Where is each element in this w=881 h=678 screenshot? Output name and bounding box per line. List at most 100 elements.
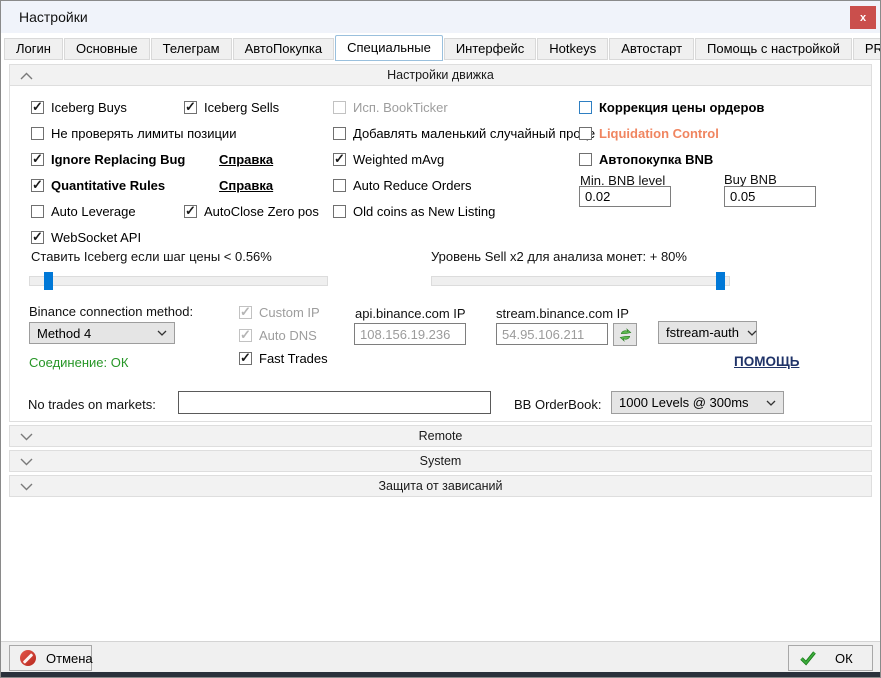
no-trades-label: No trades on markets: bbox=[28, 397, 156, 412]
help-link-replacing-bug[interactable]: Справка bbox=[219, 152, 273, 167]
no-trades-input[interactable] bbox=[178, 391, 491, 414]
engine-settings-panel: Iceberg Buys Iceberg Sells Исп. BookTick… bbox=[9, 86, 872, 422]
buy-bnb-label: Buy BNB bbox=[724, 172, 777, 187]
selected-method: Method 4 bbox=[37, 326, 91, 341]
tab-bar: Логин Основные Телеграм АвтоПокупка Спец… bbox=[1, 33, 880, 60]
checkbox-box bbox=[333, 153, 346, 166]
checkbox-use-bookticker: Исп. BookTicker bbox=[333, 100, 448, 115]
checkbox-auto-leverage[interactable]: Auto Leverage bbox=[31, 204, 136, 219]
help-link-main[interactable]: ПОМОЩЬ bbox=[734, 354, 799, 369]
refresh-icon bbox=[618, 328, 633, 342]
checkbox-box bbox=[31, 101, 44, 114]
api-ip-input[interactable] bbox=[354, 323, 466, 345]
checkbox-box bbox=[31, 179, 44, 192]
connection-method-select[interactable]: Method 4 bbox=[29, 322, 175, 344]
checkbox-box bbox=[239, 306, 252, 319]
checkbox-add-random-percent[interactable]: Добавлять маленький случайный проце bbox=[333, 126, 595, 141]
slider-track bbox=[29, 276, 328, 286]
selected-orderbook-level: 1000 Levels @ 300ms bbox=[619, 395, 749, 410]
tab-main[interactable]: Основные bbox=[64, 38, 150, 60]
checkbox-box bbox=[579, 153, 592, 166]
section-header-freeze-protection[interactable]: Защита от зависаний bbox=[9, 475, 872, 497]
bb-orderbook-label: BB OrderBook: bbox=[514, 397, 601, 412]
help-link-quantitative-rules[interactable]: Справка bbox=[219, 178, 273, 193]
tab-interface[interactable]: Интерфейс bbox=[444, 38, 536, 60]
selected-stream-mode: fstream-auth bbox=[666, 325, 739, 340]
checkbox-old-coins-new-listing[interactable]: Old coins as New Listing bbox=[333, 204, 495, 219]
tab-autostart[interactable]: Автостарт bbox=[609, 38, 694, 60]
stream-ip-input[interactable] bbox=[496, 323, 608, 345]
min-bnb-level-input[interactable] bbox=[579, 186, 671, 207]
checkbox-liquidation-control[interactable]: Liquidation Control bbox=[579, 126, 719, 141]
checkbox-fast-trades[interactable]: Fast Trades bbox=[239, 351, 328, 366]
tab-autobuy[interactable]: АвтоПокупка bbox=[233, 38, 334, 60]
connection-status: Соединение: ОК bbox=[29, 355, 128, 370]
window-title: Настройки bbox=[19, 9, 88, 25]
checkbox-no-position-limit-check[interactable]: Не проверять лимиты позиции bbox=[31, 126, 236, 141]
checkbox-order-price-correction[interactable]: Коррекция цены ордеров bbox=[579, 100, 764, 115]
checkbox-box bbox=[333, 127, 346, 140]
tab-pro[interactable]: PRO bbox=[853, 38, 881, 60]
chevron-up-icon bbox=[20, 72, 33, 80]
tab-telegram[interactable]: Телеграм bbox=[151, 38, 232, 60]
iceberg-step-slider[interactable] bbox=[29, 272, 328, 290]
checkbox-quantitative-rules[interactable]: Quantitative Rules bbox=[31, 178, 165, 193]
bb-orderbook-select[interactable]: 1000 Levels @ 300ms bbox=[611, 391, 784, 414]
checkbox-ignore-replacing-bug[interactable]: Ignore Replacing Bug bbox=[31, 152, 185, 167]
checkbox-autobuy-bnb[interactable]: Автопокупка BNB bbox=[579, 152, 713, 167]
section-title: Настройки движка bbox=[387, 68, 494, 82]
checkbox-auto-reduce-orders[interactable]: Auto Reduce Orders bbox=[333, 178, 472, 193]
stream-ip-label: stream.binance.com IP bbox=[496, 306, 629, 321]
section-title: Защита от зависаний bbox=[378, 479, 502, 493]
checkbox-box bbox=[239, 352, 252, 365]
checkbox-weighted-mavg[interactable]: Weighted mAvg bbox=[333, 152, 444, 167]
section-header-system[interactable]: System bbox=[9, 450, 872, 472]
tab-hotkeys[interactable]: Hotkeys bbox=[537, 38, 608, 60]
tab-setup-help[interactable]: Помощь с настройкой bbox=[695, 38, 852, 60]
chevron-down-icon bbox=[157, 330, 167, 336]
checkbox-websocket-api[interactable]: WebSocket API bbox=[31, 230, 141, 245]
chevron-down-icon bbox=[20, 433, 33, 441]
slider-thumb[interactable] bbox=[716, 272, 725, 290]
checkbox-autoclose-zero-pos[interactable]: AutoClose Zero pos bbox=[184, 204, 319, 219]
checkbox-custom-ip: Custom IP bbox=[239, 305, 320, 320]
checkbox-box bbox=[333, 179, 346, 192]
checkbox-box bbox=[239, 329, 252, 342]
tab-special[interactable]: Специальные bbox=[335, 35, 443, 61]
checkbox-box bbox=[333, 101, 346, 114]
checkbox-box bbox=[31, 153, 44, 166]
section-title: System bbox=[420, 454, 462, 468]
settings-window: Настройки x Логин Основные Телеграм Авто… bbox=[0, 0, 881, 678]
api-ip-label: api.binance.com IP bbox=[355, 306, 466, 321]
checkbox-box bbox=[579, 127, 592, 140]
checkbox-box bbox=[333, 205, 346, 218]
section-header-engine-settings[interactable]: Настройки движка bbox=[9, 64, 872, 86]
chevron-down-icon bbox=[766, 400, 776, 406]
sell-x2-slider-label: Уровень Sell x2 для анализа монет: + 80% bbox=[431, 249, 687, 264]
check-icon bbox=[799, 650, 817, 666]
cancel-icon bbox=[20, 650, 36, 666]
window-bottom-strip bbox=[1, 672, 880, 677]
chevron-down-icon bbox=[747, 330, 757, 336]
cancel-button[interactable]: Отмена bbox=[9, 645, 92, 671]
titlebar: Настройки x bbox=[1, 1, 880, 33]
slider-track bbox=[431, 276, 730, 286]
checkbox-iceberg-sells[interactable]: Iceberg Sells bbox=[184, 100, 279, 115]
checkbox-box bbox=[184, 101, 197, 114]
sell-x2-level-slider[interactable] bbox=[431, 272, 730, 290]
refresh-ip-button[interactable] bbox=[613, 323, 637, 346]
section-header-remote[interactable]: Remote bbox=[9, 425, 872, 447]
tab-login[interactable]: Логин bbox=[4, 38, 63, 60]
checkbox-box bbox=[184, 205, 197, 218]
checkbox-box bbox=[31, 205, 44, 218]
slider-thumb[interactable] bbox=[44, 272, 53, 290]
iceberg-slider-label: Ставить Iceberg если шаг цены < 0.56% bbox=[31, 249, 272, 264]
footer-bar: Отмена ОК bbox=[1, 641, 880, 672]
close-button[interactable]: x bbox=[850, 6, 876, 29]
checkbox-box bbox=[579, 101, 592, 114]
checkbox-iceberg-buys[interactable]: Iceberg Buys bbox=[31, 100, 127, 115]
checkbox-box bbox=[31, 127, 44, 140]
stream-mode-select[interactable]: fstream-auth bbox=[658, 321, 757, 344]
ok-button[interactable]: ОК bbox=[788, 645, 873, 671]
buy-bnb-input[interactable] bbox=[724, 186, 816, 207]
